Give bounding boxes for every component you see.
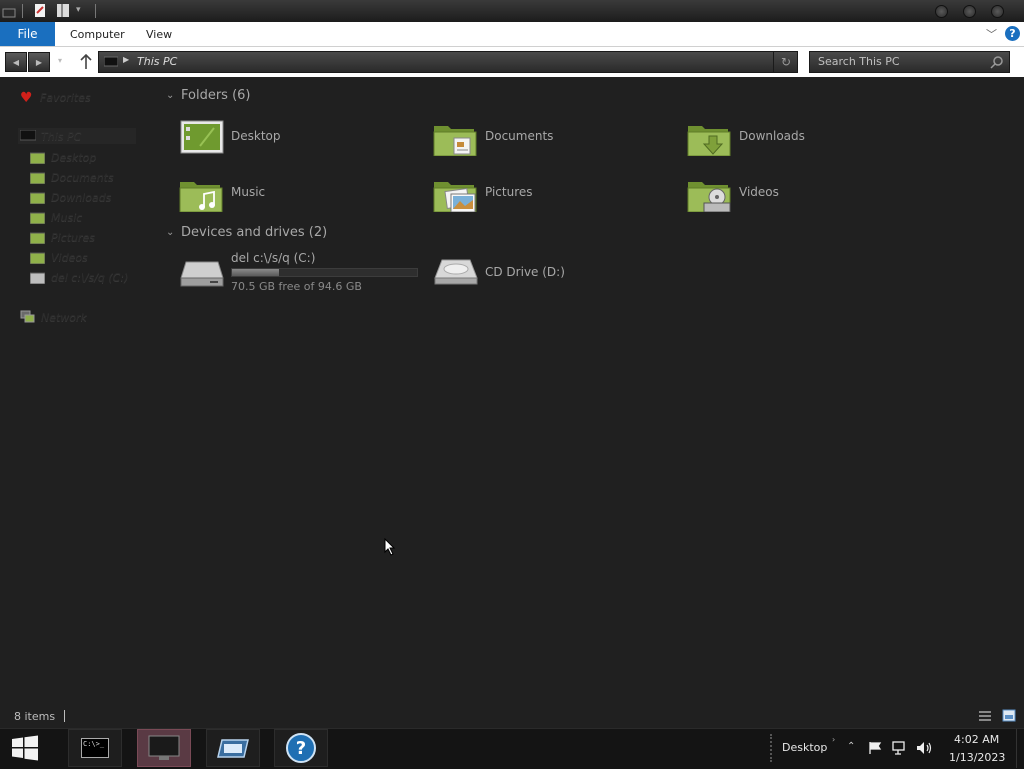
- computer-icon: [20, 130, 36, 141]
- folder-desktop[interactable]: Desktop: [178, 118, 378, 158]
- toolbar-chevron-icon[interactable]: ›: [832, 735, 835, 744]
- sidebar-label: Documents: [51, 171, 114, 184]
- taskbar-this-pc-button[interactable]: [137, 729, 191, 767]
- devices-section-header[interactable]: Devices and drives (2): [181, 225, 327, 240]
- help-icon[interactable]: ?: [1005, 26, 1020, 41]
- window-frame-icon: [217, 739, 249, 758]
- cmd-icon: C:\>_: [81, 738, 109, 758]
- search-box[interactable]: Search This PC: [809, 51, 1010, 73]
- hard-drive-icon: [180, 261, 224, 287]
- clock-time[interactable]: 4:02 AM: [954, 733, 999, 746]
- show-hidden-icons-icon[interactable]: ⌃: [847, 741, 855, 752]
- sidebar-label: Videos: [51, 251, 88, 264]
- close-button[interactable]: [991, 5, 1004, 18]
- pictures-icon: [30, 232, 45, 244]
- explorer-icon[interactable]: [2, 4, 16, 18]
- start-button[interactable]: [11, 735, 39, 761]
- monitor-icon: [148, 735, 180, 760]
- sidebar-label: Music: [51, 211, 83, 224]
- refresh-icon[interactable]: ↻: [773, 52, 798, 72]
- taskbar-cmd-button[interactable]: C:\>_: [68, 729, 122, 767]
- folder-label: Documents: [485, 129, 554, 143]
- this-pc-icon: [104, 56, 118, 67]
- breadcrumb-this-pc[interactable]: This PC: [137, 55, 177, 68]
- recent-locations-icon[interactable]: ▾: [58, 56, 62, 65]
- mouse-cursor-icon: [384, 538, 396, 556]
- sidebar-item-this-pc[interactable]: This PC: [18, 128, 136, 144]
- folder-downloads[interactable]: Downloads: [686, 118, 886, 158]
- drive-free-space: 70.5 GB free of 94.6 GB: [231, 280, 362, 293]
- drive-name: CD Drive (D:): [485, 265, 565, 279]
- desktop-toolbar-label[interactable]: Desktop: [782, 741, 827, 754]
- folders-section-header[interactable]: Folders (6): [181, 88, 251, 103]
- properties-icon[interactable]: [33, 3, 47, 18]
- desktop-icon: [30, 152, 45, 164]
- folder-music[interactable]: Music: [178, 174, 378, 214]
- new-folder-icon[interactable]: [56, 3, 70, 18]
- sidebar-label: This PC: [41, 130, 82, 143]
- folder-pictures[interactable]: Pictures: [432, 174, 632, 214]
- network-status-icon[interactable]: [892, 741, 910, 755]
- documents-icon: [30, 172, 45, 184]
- maximize-button[interactable]: [963, 5, 976, 18]
- sidebar-label: Network: [41, 311, 87, 324]
- sidebar-label: del c:\/s/q (C:): [51, 271, 129, 284]
- heart-icon: ♥: [20, 90, 33, 106]
- customize-quick-access-icon[interactable]: ▾: [76, 5, 81, 15]
- up-arrow-icon[interactable]: [80, 54, 92, 70]
- tab-view[interactable]: View: [146, 22, 172, 46]
- downloads-icon: [30, 192, 45, 204]
- action-center-flag-icon[interactable]: [868, 741, 884, 755]
- music-folder-icon: [179, 182, 223, 212]
- drive-d[interactable]: CD Drive (D:): [432, 252, 592, 292]
- tab-computer[interactable]: Computer: [70, 22, 125, 46]
- folder-label: Pictures: [485, 185, 533, 199]
- volume-icon[interactable]: [916, 741, 934, 755]
- collapse-devices-icon[interactable]: ⌄: [166, 227, 174, 238]
- drive-name: del c:\/s/q (C:): [231, 251, 316, 265]
- folder-documents[interactable]: Documents: [432, 118, 632, 158]
- folder-label: Videos: [739, 185, 779, 199]
- large-icons-view-icon[interactable]: [1002, 709, 1016, 722]
- sidebar-label: Favorites: [40, 91, 91, 104]
- show-desktop-button[interactable]: [1016, 729, 1024, 768]
- folder-label: Downloads: [739, 129, 805, 143]
- network-icon: [20, 310, 35, 323]
- folder-label: Music: [231, 185, 266, 199]
- pictures-folder-icon: [433, 182, 477, 212]
- sidebar-label: Downloads: [51, 191, 112, 204]
- taskbar-help-button[interactable]: ?: [274, 729, 328, 767]
- documents-folder-icon: [433, 126, 477, 156]
- drive-icon: [30, 272, 45, 284]
- back-button[interactable]: ◀: [5, 52, 27, 72]
- clock-date[interactable]: 1/13/2023: [949, 751, 1005, 764]
- status-item-count: 8 items: [14, 710, 56, 723]
- minimize-button[interactable]: [935, 5, 948, 18]
- drive-usage-fill: [232, 269, 280, 276]
- title-bar: ▾: [0, 0, 1024, 22]
- collapse-folders-icon[interactable]: ⌄: [166, 90, 174, 101]
- search-icon[interactable]: [990, 55, 1004, 69]
- sidebar-label: Desktop: [51, 151, 97, 164]
- music-icon: [30, 212, 45, 224]
- sidebar-label: Pictures: [51, 231, 96, 244]
- drive-c[interactable]: del c:\/s/q (C:) 70.5 GB free of 94.6 GB: [178, 250, 423, 294]
- drive-usage-bar: [231, 268, 418, 277]
- taskbar-explorer-button[interactable]: [206, 729, 260, 767]
- folder-videos[interactable]: Videos: [686, 174, 886, 214]
- desktop-folder-icon: [180, 120, 224, 154]
- search-input[interactable]: Search This PC: [818, 55, 900, 68]
- forward-button[interactable]: ▶: [28, 52, 50, 72]
- tab-file[interactable]: File: [0, 22, 55, 46]
- expand-ribbon-icon[interactable]: ﹀: [986, 26, 997, 42]
- help-icon: ?: [286, 733, 316, 763]
- videos-icon: [30, 252, 45, 264]
- folder-label: Desktop: [231, 129, 281, 143]
- breadcrumb-arrow-icon[interactable]: ▶: [123, 55, 129, 64]
- address-bar[interactable]: ▶ This PC ↻: [98, 51, 798, 73]
- downloads-folder-icon: [687, 126, 731, 156]
- cd-drive-icon: [434, 259, 478, 285]
- details-view-icon[interactable]: [978, 710, 992, 722]
- videos-folder-icon: [687, 182, 731, 212]
